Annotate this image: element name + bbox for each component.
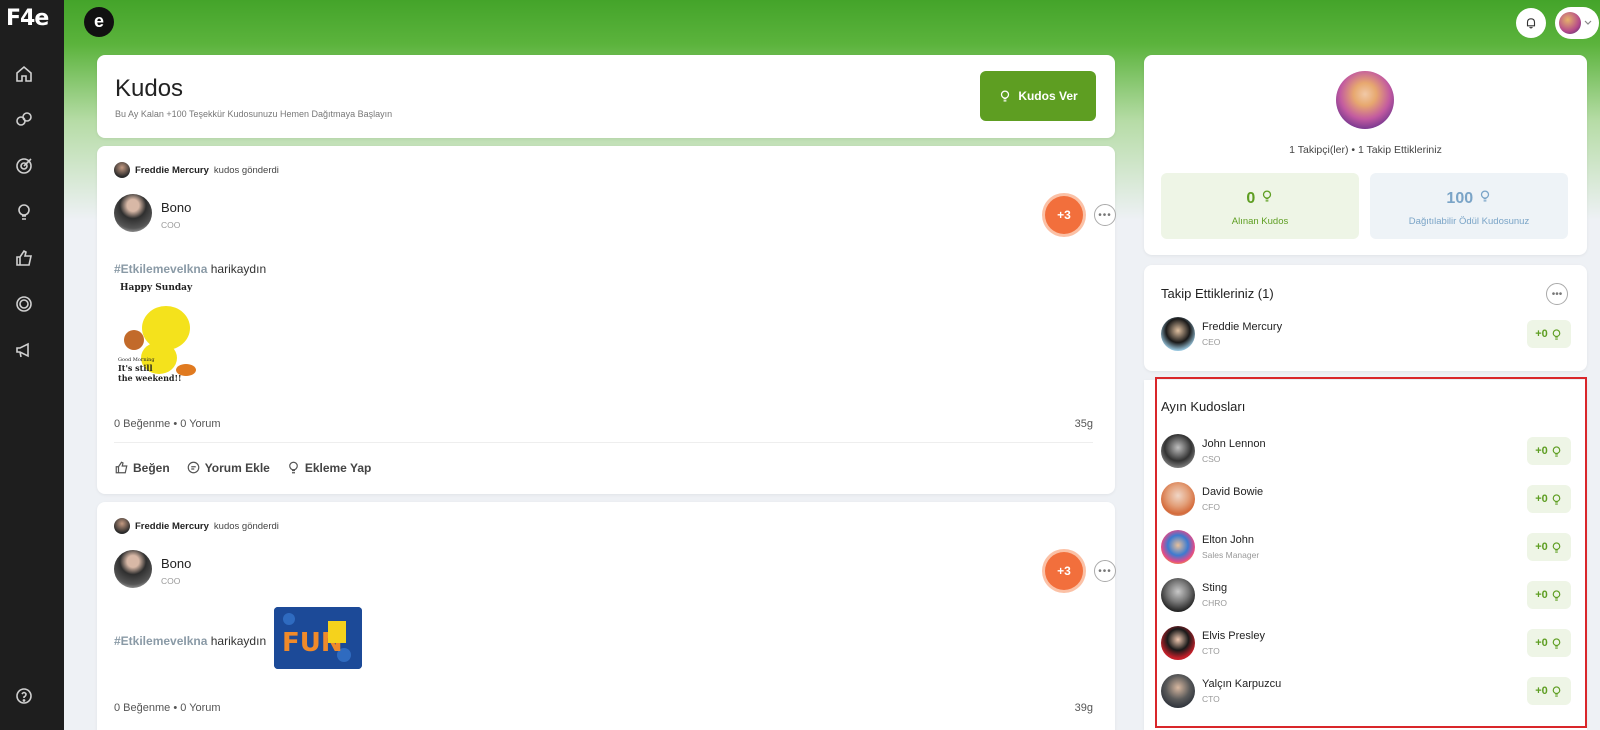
page-title: Kudos xyxy=(115,75,184,102)
received-kudos-value: 0 xyxy=(1161,189,1359,208)
tweety-line-4: the weekend!! xyxy=(118,373,182,383)
kudos-post: Freddie Mercury kudos gönderdi Bono COO … xyxy=(97,502,1116,730)
add-kudos-label: Ekleme Yap xyxy=(304,460,372,475)
profile-avatar[interactable] xyxy=(1336,71,1394,129)
user-menu[interactable] xyxy=(1555,7,1599,39)
recipient-name[interactable]: Bono xyxy=(161,200,191,215)
distributable-kudos-box: 100 Dağıtılabilir Ödül Kudosunuz xyxy=(1370,173,1568,239)
sent-text: kudos gönderdi xyxy=(213,520,279,532)
message-text: harikaydın xyxy=(210,634,267,648)
hashtag-link[interactable]: #EtkilemeveIkna xyxy=(114,262,207,276)
avatar xyxy=(1559,12,1581,34)
post-stats: 0 Beğenme • 0 Yorum xyxy=(114,702,221,714)
distributable-kudos-label: Dağıtılabilir Ödül Kudosunuz xyxy=(1408,216,1530,227)
post-sender-line: Freddie Mercury kudos gönderdi xyxy=(114,518,279,534)
profile-summary-card: 1 Takipçi(ler) • 1 Takip Ettikleriniz 0 … xyxy=(1144,55,1587,255)
post-message: #EtkilemeveIkna harikaydın xyxy=(114,262,266,276)
thumbs-up-icon xyxy=(115,461,128,474)
sender-name[interactable]: Freddie Mercury xyxy=(135,521,209,532)
bulb-icon xyxy=(1552,328,1561,340)
sender-name[interactable]: Freddie Mercury xyxy=(135,165,209,176)
people-icon[interactable] xyxy=(14,110,34,130)
follow-counts[interactable]: 1 Takipçi(ler) • 1 Takip Ettikleriniz xyxy=(1144,144,1587,156)
post-stats: 0 Beğenme • 0 Yorum xyxy=(114,418,221,430)
recipient-avatar[interactable] xyxy=(114,194,152,232)
recipient-name[interactable]: Bono xyxy=(161,556,191,571)
kudos-chip[interactable]: +0 xyxy=(1527,320,1571,348)
brand-logo[interactable]: e xyxy=(84,7,114,37)
received-kudos-box: 0 Alınan Kudos xyxy=(1161,173,1359,239)
person-title: CEO xyxy=(1202,337,1221,347)
more-options-button[interactable]: ••• xyxy=(1094,204,1116,226)
bulb-icon xyxy=(1262,190,1271,202)
tweety-line-3: It's still xyxy=(118,363,153,373)
more-options-button[interactable]: ••• xyxy=(1546,283,1568,305)
give-kudos-button[interactable]: Kudos Ver xyxy=(980,71,1096,121)
give-kudos-label: Kudos Ver xyxy=(1018,89,1078,103)
recipient-title: COO xyxy=(161,576,181,586)
sent-text: kudos gönderdi xyxy=(213,164,279,176)
help-icon[interactable] xyxy=(14,686,34,706)
bulb-icon[interactable] xyxy=(14,202,34,222)
distributable-kudos-value: 100 xyxy=(1370,189,1568,208)
sender-avatar[interactable] xyxy=(114,162,130,178)
post-sender-line: Freddie Mercury kudos gönderdi xyxy=(114,162,279,178)
page-subtitle: Bu Ay Kalan +100 Teşekkür Kudosunuzu Hem… xyxy=(115,109,393,119)
post-image-fun[interactable]: FUN xyxy=(274,607,362,669)
bulb-icon xyxy=(1480,190,1489,202)
list-item[interactable]: Freddie Mercury CEO +0 xyxy=(1161,317,1571,353)
kudos-header-card: Kudos Bu Ay Kalan +100 Teşekkür Kudosunu… xyxy=(97,55,1115,138)
sender-avatar[interactable] xyxy=(114,518,130,534)
chevron-down-icon xyxy=(1584,20,1592,25)
megaphone-icon[interactable] xyxy=(14,340,34,360)
like-button[interactable]: Beğen xyxy=(114,460,170,475)
more-options-button[interactable]: ••• xyxy=(1094,560,1116,582)
bulb-icon xyxy=(288,461,298,474)
home-icon[interactable] xyxy=(14,64,34,84)
recipient-title: COO xyxy=(161,220,181,230)
app-logo[interactable]: F4e xyxy=(6,6,49,31)
sidebar: F4e xyxy=(0,0,64,730)
kudos-count-badge: +3 xyxy=(1045,196,1083,234)
tweety-line-1: Happy Sunday xyxy=(120,283,193,293)
notification-bell-icon[interactable] xyxy=(1516,8,1546,38)
comment-icon xyxy=(187,461,200,474)
received-kudos-label: Alınan Kudos xyxy=(1231,216,1289,227)
post-message: #EtkilemeveIkna harikaydın xyxy=(114,634,266,648)
person-name: Freddie Mercury xyxy=(1202,321,1283,333)
thumbs-up-icon[interactable] xyxy=(14,248,34,268)
post-image-tweety[interactable]: Happy Sunday Good Morning It's still the… xyxy=(114,278,204,388)
ring-icon[interactable] xyxy=(14,294,34,314)
kudos-post: Freddie Mercury kudos gönderdi Bono COO … xyxy=(97,146,1116,494)
recipient-avatar[interactable] xyxy=(114,550,152,588)
highlight-outline xyxy=(1155,377,1587,728)
bulb-icon xyxy=(1001,90,1010,102)
add-comment-label: Yorum Ekle xyxy=(204,460,270,475)
post-time-ago: 39g xyxy=(1074,702,1093,714)
message-text: harikaydın xyxy=(210,262,267,276)
target-icon[interactable] xyxy=(14,156,34,176)
avatar xyxy=(1161,317,1195,351)
divider xyxy=(114,442,1093,443)
following-card: Takip Ettikleriniz (1) ••• Freddie Mercu… xyxy=(1144,265,1587,371)
add-comment-button[interactable]: Yorum Ekle xyxy=(186,460,270,475)
post-actions: Beğen Yorum Ekle Ekleme Yap xyxy=(114,460,371,475)
kudos-count-badge: +3 xyxy=(1045,552,1083,590)
hashtag-link[interactable]: #EtkilemeveIkna xyxy=(114,634,207,648)
following-title: Takip Ettikleriniz (1) xyxy=(1161,286,1274,301)
post-time-ago: 35g xyxy=(1074,418,1093,430)
like-label: Beğen xyxy=(133,460,170,475)
add-kudos-button[interactable]: Ekleme Yap xyxy=(286,460,372,475)
